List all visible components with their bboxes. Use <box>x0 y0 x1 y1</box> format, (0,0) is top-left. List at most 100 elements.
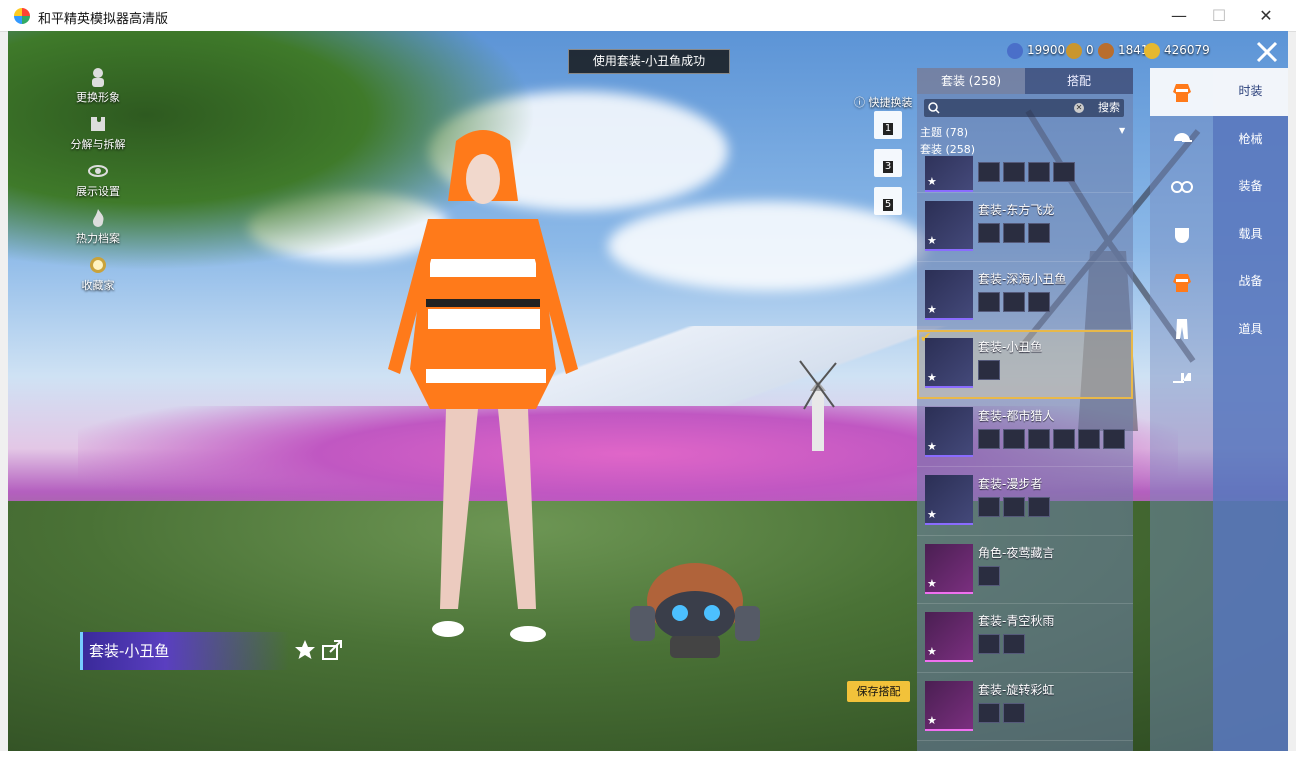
outfit-thumbnail: ★ <box>925 201 973 251</box>
main-tab[interactable]: 战备 <box>1213 258 1288 306</box>
window-titlebar: 和平精英模拟器高清版 — ☐ ✕ <box>0 0 1296 32</box>
maximize-button[interactable]: ☐ <box>1196 0 1242 31</box>
outfit-title: 角色-夜莺藏言 <box>978 545 1055 560</box>
help-icon: ⓘ <box>854 96 865 109</box>
part-slot[interactable] <box>978 291 1000 312</box>
character-model <box>388 130 578 642</box>
outfit-row[interactable]: ✔★套装-小丑鱼 <box>917 330 1133 399</box>
currency-3: 1841 <box>1098 41 1149 59</box>
outfit-row[interactable]: ★ 套装-都市猎人 <box>917 399 1133 467</box>
search-input[interactable] <box>944 100 1078 118</box>
part-slot[interactable] <box>978 162 1000 182</box>
outfit-title: 套装-漫步者 <box>978 477 1043 491</box>
part-slot[interactable] <box>1003 497 1025 517</box>
quick-slot-3[interactable]: 3 <box>874 149 902 177</box>
part-slot[interactable] <box>1028 223 1050 243</box>
part-slot[interactable] <box>1028 428 1050 449</box>
part-slot[interactable] <box>1028 497 1050 517</box>
menu-decompose[interactable]: 分解与拆解 <box>68 114 128 161</box>
part-slot[interactable] <box>978 360 1000 380</box>
star-icon: ★ <box>927 439 937 453</box>
window-title: 和平精英模拟器高清版 <box>38 12 169 27</box>
quick-change-label: ⓘ 快捷换装 <box>854 96 913 109</box>
badge-icon <box>90 257 106 273</box>
outfit-row[interactable]: ★ <box>917 156 1133 193</box>
quick-slot-1[interactable]: 1 <box>874 111 902 139</box>
part-slot[interactable] <box>1003 634 1025 654</box>
currency-value: 0 <box>1086 43 1094 57</box>
window-close-button[interactable]: ✕ <box>1243 0 1289 31</box>
menu-change-avatar[interactable]: 更换形象 <box>68 67 128 114</box>
tab-suits[interactable]: 套装 (258) <box>917 68 1025 94</box>
part-slot[interactable] <box>978 497 1000 517</box>
part-slot[interactable] <box>1003 162 1025 182</box>
part-slot[interactable] <box>1053 162 1075 182</box>
clear-search-icon[interactable]: ✕ <box>1074 103 1084 113</box>
outfit-title: 套装-青空秋雨 <box>978 614 1055 628</box>
save-match-button[interactable]: 保存搭配 <box>847 681 910 702</box>
outfit-row[interactable]: ★ 套装-深海小丑鱼 <box>917 262 1133 330</box>
shoes-icon[interactable] <box>1150 353 1213 401</box>
menu-heat-archive[interactable]: 热力档案 <box>68 208 128 255</box>
outfit-parts <box>978 291 1050 312</box>
tab-match[interactable]: 搭配 <box>1025 68 1133 94</box>
outfit-row[interactable]: ★ 角色-夜莺藏言 <box>917 536 1133 604</box>
part-slot[interactable] <box>1003 428 1025 449</box>
part-slot[interactable] <box>1028 162 1050 182</box>
part-slot[interactable] <box>978 634 1000 654</box>
outfit-row[interactable]: ★ 套装-青空秋雨 <box>917 604 1133 673</box>
theme-filter[interactable]: 主题 (78) <box>920 124 968 140</box>
panel-tabs: 套装 (258) 搭配 <box>917 68 1133 94</box>
main-tab[interactable]: 时装 <box>1213 68 1288 116</box>
currency-value: 19900 <box>1027 43 1066 57</box>
top-icon[interactable] <box>1150 258 1213 306</box>
outfit-parts <box>978 162 1075 182</box>
share-icon[interactable] <box>320 638 344 662</box>
part-slot[interactable] <box>978 565 1000 586</box>
part-slot[interactable] <box>978 428 1000 449</box>
eye-icon <box>88 165 108 177</box>
person-icon <box>92 68 104 87</box>
part-slot[interactable] <box>1078 428 1100 449</box>
desktop-strip <box>0 751 1296 759</box>
outfit-row[interactable]: ★ 套装-东方飞龙 <box>917 193 1133 262</box>
coin-icon <box>1066 42 1082 59</box>
chevron-down-icon[interactable]: ▼ <box>1119 126 1125 135</box>
part-slot[interactable] <box>1003 291 1025 312</box>
cap-icon[interactable] <box>1150 116 1213 164</box>
outfit-parts <box>978 428 1125 449</box>
part-slot[interactable] <box>978 702 1000 723</box>
outfit-thumbnail: ★ <box>925 269 973 320</box>
coin-icon <box>1144 42 1160 59</box>
star-icon[interactable] <box>293 638 317 662</box>
menu-display-settings[interactable]: 展示设置 <box>68 161 128 208</box>
set-filter[interactable]: 套装 (258) <box>920 141 975 157</box>
outfit-thumbnail: ★ <box>925 612 973 662</box>
outfit-row[interactable]: ★ 套装-旋转彩虹 <box>917 673 1133 741</box>
quick-slot-5[interactable]: 5 <box>874 187 902 215</box>
goggles-icon[interactable] <box>1150 163 1213 211</box>
star-icon: ★ <box>927 371 937 384</box>
part-slot[interactable] <box>978 223 1000 243</box>
current-outfit-name: 套装-小丑鱼 <box>80 632 289 670</box>
part-slot[interactable] <box>1003 223 1025 243</box>
menu-collector[interactable]: 收藏家 <box>68 255 128 302</box>
outfit-thumbnail: ★ <box>925 680 973 731</box>
search-button[interactable]: 搜索 <box>1098 99 1120 117</box>
part-slot[interactable] <box>1003 702 1025 723</box>
mask-icon[interactable] <box>1150 211 1213 259</box>
fire-icon <box>93 209 104 227</box>
part-slot[interactable] <box>1053 428 1075 449</box>
outfit-row[interactable]: ★ 套装-漫步者 <box>917 467 1133 536</box>
main-tab[interactable]: 枪械 <box>1213 116 1288 164</box>
part-slot[interactable] <box>1103 428 1125 449</box>
main-tab[interactable]: 道具 <box>1213 306 1288 354</box>
close-panel-icon[interactable] <box>1254 39 1280 65</box>
outfit-icon[interactable] <box>1150 68 1213 116</box>
pants-icon[interactable] <box>1150 306 1213 354</box>
menu-label: 热力档案 <box>76 232 120 245</box>
main-tab[interactable]: 装备 <box>1213 163 1288 211</box>
main-tab[interactable]: 载具 <box>1213 211 1288 259</box>
part-slot[interactable] <box>1028 291 1050 312</box>
menu-label: 更换形象 <box>76 91 120 104</box>
